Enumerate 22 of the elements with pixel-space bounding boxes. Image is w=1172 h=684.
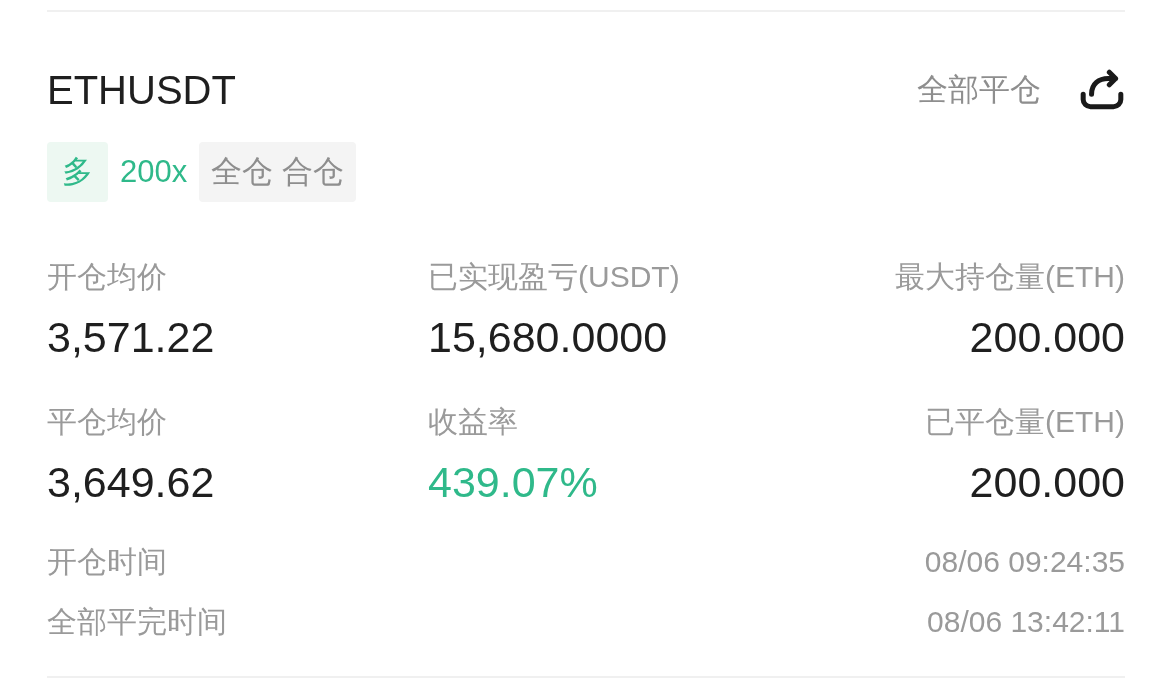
time-value: 08/06 09:24:35 [924,544,1125,580]
time-label: 开仓时间 [47,544,167,580]
stat-value: 200.000 [969,312,1125,363]
stat-value: 439.07% [428,457,598,508]
margin-mode-tag: 全仓 合仓 [199,142,356,202]
side-tag: 多 [47,142,108,202]
stat-label: 最大持仓量(ETH) [895,259,1125,295]
symbol-title: ETHUSDT [47,67,236,114]
time-label: 全部平完时间 [47,604,227,640]
leverage-text: 200x [119,153,189,191]
stat-label: 开仓均价 [47,259,167,295]
time-value: 08/06 13:42:11 [927,604,1125,640]
status-label: 全部平仓 [917,71,1041,109]
stat-label: 已实现盈亏(USDT) [428,259,680,295]
stat-value: 3,649.62 [47,457,215,508]
stat-label: 收益率 [428,404,518,440]
stat-value: 15,680.0000 [428,312,668,363]
stat-value: 200.000 [969,457,1125,508]
stat-label: 已平仓量(ETH) [925,404,1125,440]
stat-label: 平仓均价 [47,404,167,440]
share-icon[interactable] [1079,69,1125,111]
stat-value: 3,571.22 [47,312,215,363]
